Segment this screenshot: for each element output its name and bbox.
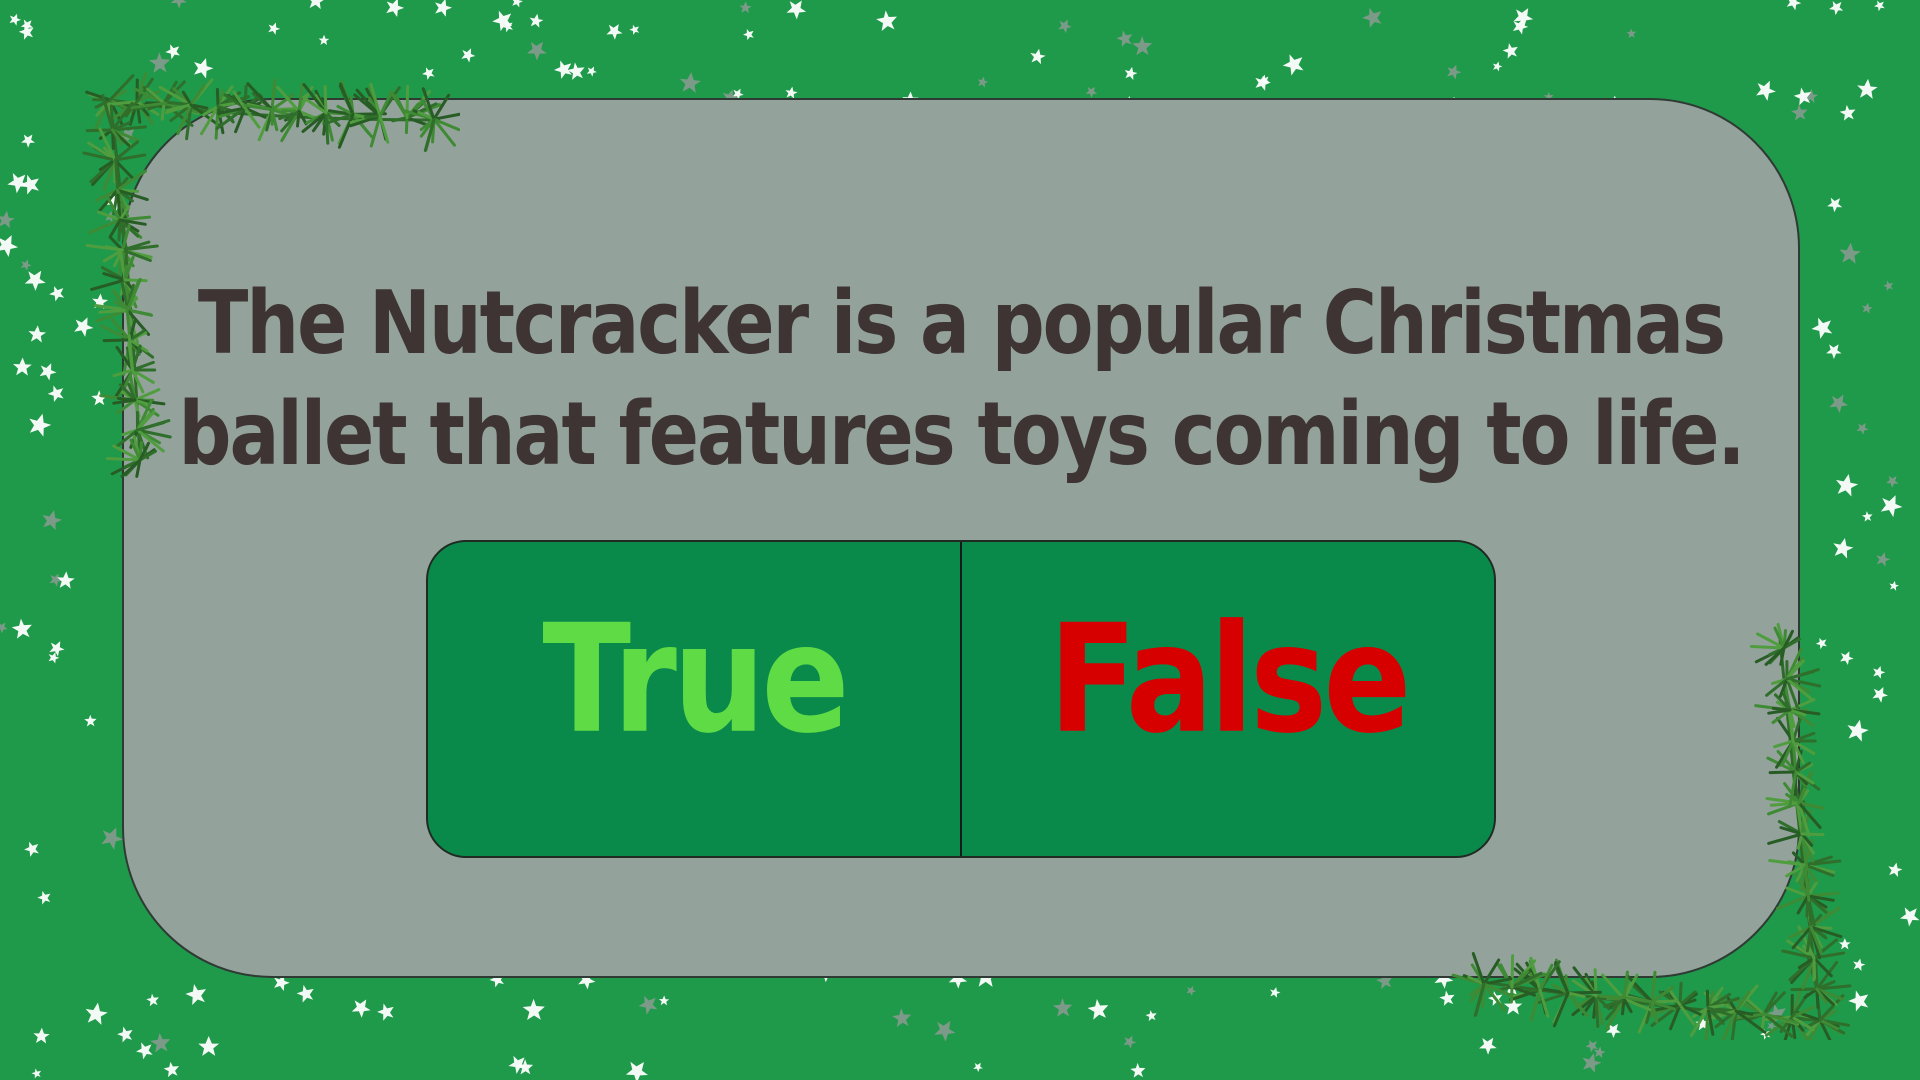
true-label: True	[542, 591, 849, 767]
false-label: False	[1048, 591, 1411, 767]
false-button[interactable]: False	[962, 542, 1494, 856]
question-text: The Nutcracker is a popular Christmas ba…	[122, 280, 1800, 502]
true-button[interactable]: True	[428, 542, 960, 856]
question-line-1: The Nutcracker is a popular Christmas	[197, 272, 1726, 375]
question-line-2: ballet that features toys coming to life…	[178, 383, 1745, 486]
pine-garland-bottom-right-icon	[1451, 622, 1852, 1040]
answer-box: True False	[426, 540, 1496, 858]
